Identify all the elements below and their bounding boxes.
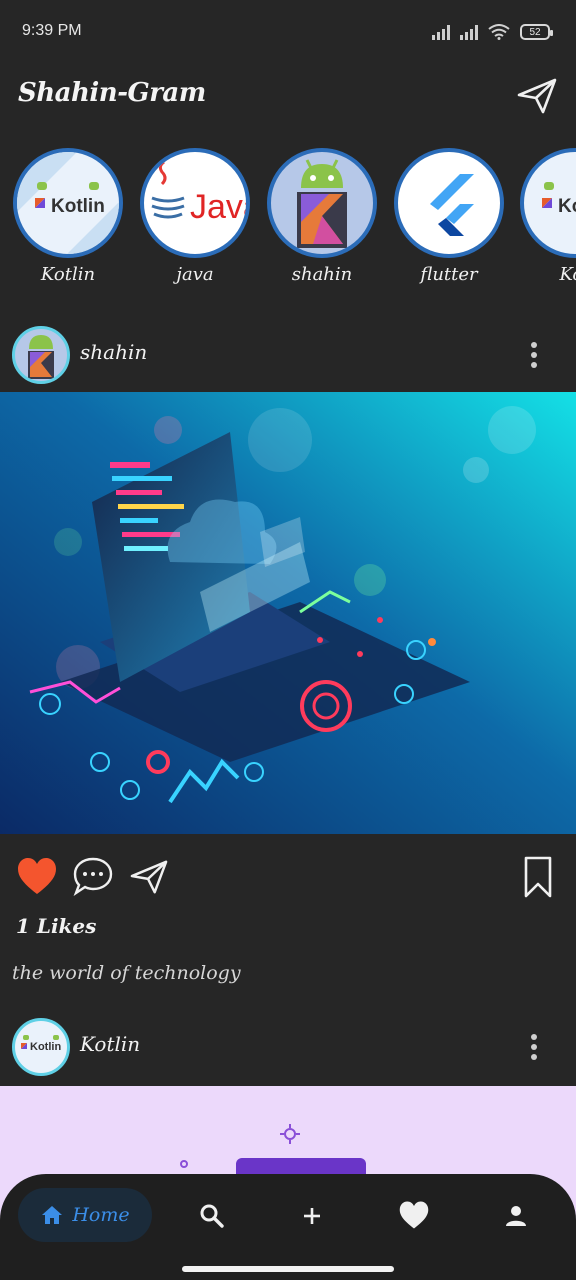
story-logo-text: Kotlin	[51, 196, 105, 217]
story-kotlin-2[interactable]: Ko Kot	[520, 148, 576, 285]
flutter-logo-icon	[430, 174, 474, 236]
bookmark-icon[interactable]	[522, 856, 554, 898]
signal-icon	[460, 24, 478, 40]
home-indicator	[182, 1266, 394, 1272]
story-avatar: Ko	[520, 148, 576, 258]
bottom-nav: Home	[0, 1174, 576, 1280]
story-label: shahin	[291, 264, 353, 285]
story-kotlin[interactable]: Kotlin Kotlin	[13, 148, 123, 285]
post-image[interactable]	[0, 392, 576, 834]
status-icons: 52	[432, 24, 553, 40]
story-flutter[interactable]: flutter	[394, 148, 504, 285]
story-label: flutter	[420, 264, 478, 285]
wifi-icon	[488, 24, 510, 40]
story-avatar	[394, 148, 504, 258]
nav-home-label: Home	[72, 1204, 130, 1226]
technology-illustration	[0, 392, 576, 834]
app-title: Shahin-Gram	[18, 78, 206, 108]
avatar[interactable]	[12, 326, 70, 384]
more-vertical-icon[interactable]	[522, 340, 546, 370]
comment-icon[interactable]	[72, 856, 114, 896]
post-username[interactable]: Kotlin	[80, 1032, 140, 1056]
post-header: Kotlin Kotlin	[0, 1010, 576, 1082]
plus-icon[interactable]	[298, 1202, 326, 1230]
home-icon	[42, 1206, 63, 1224]
app-bar: Shahin-Gram	[0, 66, 576, 128]
search-icon[interactable]	[198, 1202, 226, 1230]
post-username[interactable]: shahin	[80, 340, 147, 364]
profile-icon[interactable]	[502, 1202, 530, 1230]
story-label: Kotlin	[40, 264, 96, 285]
signal-icon	[432, 24, 450, 40]
avatar[interactable]: Kotlin	[12, 1018, 70, 1076]
android-kotlin-icon	[28, 335, 54, 379]
story-logo-text: Ko	[558, 196, 576, 217]
status-bar: 9:39 PM 52	[0, 0, 576, 66]
story-label: java	[176, 264, 214, 285]
android-kotlin-icon	[297, 159, 347, 248]
story-label: Kot	[559, 264, 576, 285]
battery-icon: 52	[520, 24, 553, 40]
nav-home-button[interactable]: Home	[18, 1188, 152, 1242]
stories-row: Kotlin Kotlin Java java	[0, 148, 576, 298]
story-avatar: Java	[140, 148, 250, 258]
post-actions	[0, 852, 576, 902]
status-time: 9:39 PM	[22, 22, 82, 39]
story-java[interactable]: Java java	[140, 148, 250, 285]
battery-level: 52	[529, 26, 541, 38]
share-icon[interactable]	[128, 858, 170, 896]
more-vertical-icon[interactable]	[522, 1032, 546, 1062]
story-shahin[interactable]: shahin	[267, 148, 377, 285]
story-avatar	[267, 148, 377, 258]
post-caption: the world of technology	[12, 962, 241, 984]
likes-count[interactable]: 1 Likes	[16, 914, 96, 938]
heart-icon[interactable]	[16, 856, 58, 896]
post-header: shahin	[0, 318, 576, 390]
paper-plane-icon[interactable]	[516, 76, 558, 116]
story-avatar: Kotlin	[13, 148, 123, 258]
avatar-logo-text: Kotlin	[30, 1041, 62, 1053]
favorites-heart-icon[interactable]	[398, 1200, 430, 1230]
story-logo-text: Java	[190, 188, 246, 226]
